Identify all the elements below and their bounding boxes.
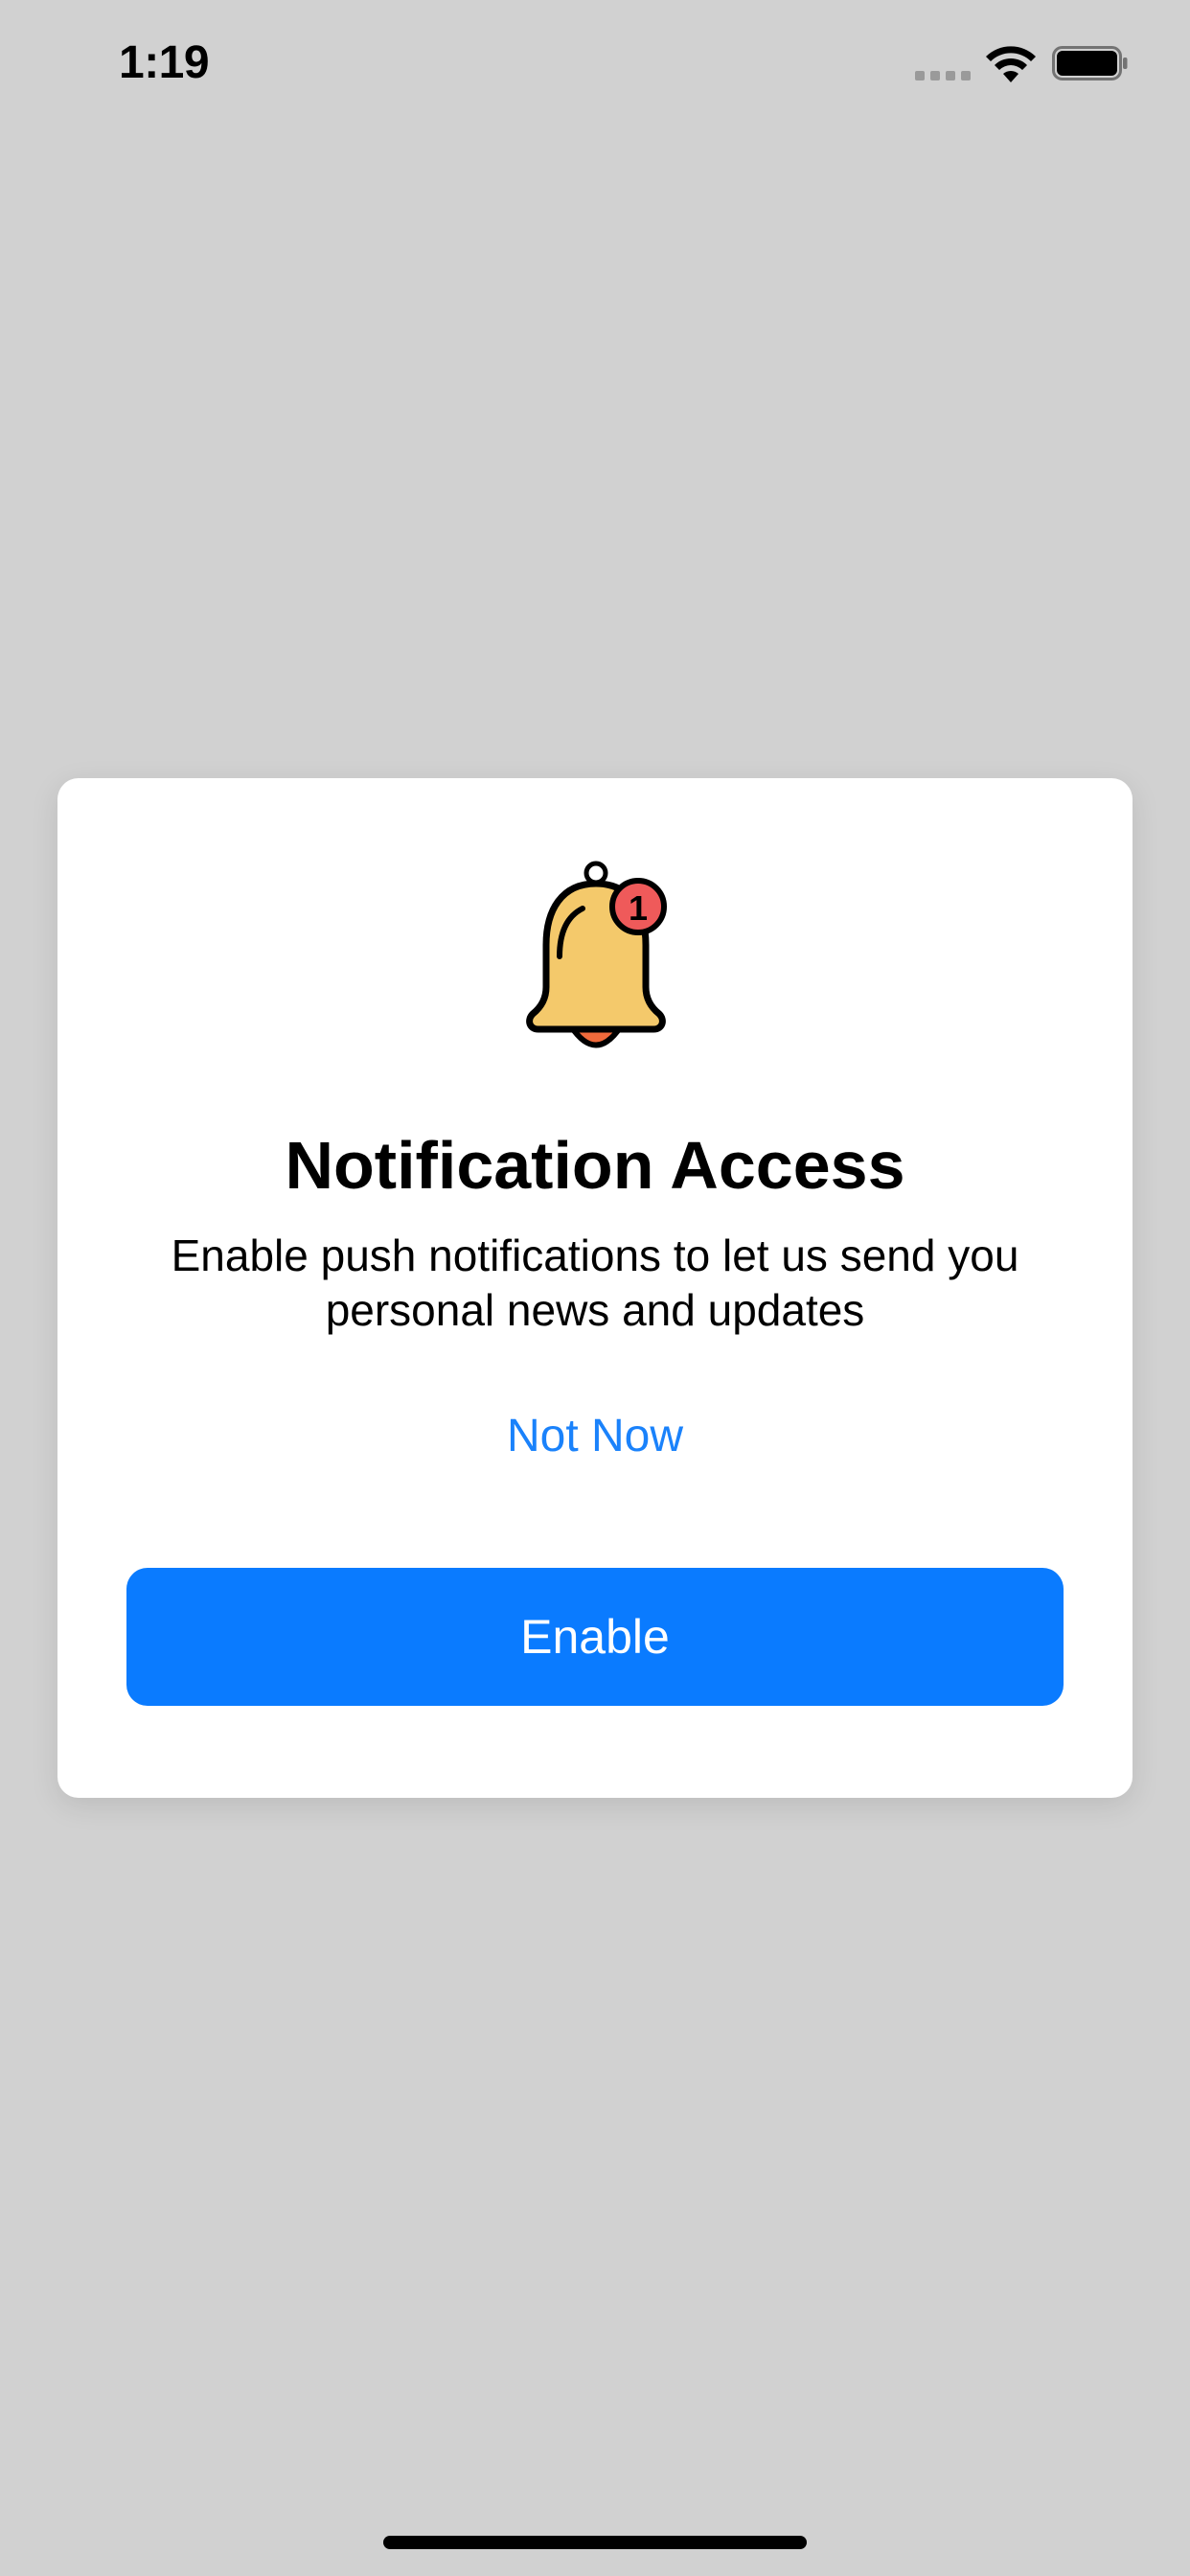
status-time: 1:19	[119, 37, 210, 88]
status-bar: 1:19	[0, 0, 1190, 134]
notification-bell-icon: 1	[519, 861, 673, 1052]
home-indicator[interactable]	[383, 2536, 807, 2549]
dialog-message: Enable push notifications to let us send…	[171, 1230, 1019, 1335]
wifi-icon	[986, 46, 1036, 82]
notification-permission-dialog: 1 Notification Access Enable push notifi…	[57, 778, 1133, 1798]
not-now-button[interactable]: Not Now	[451, 1401, 739, 1472]
battery-icon	[1052, 46, 1128, 80]
badge-count: 1	[629, 888, 648, 928]
dialog-title: Notification Access	[285, 1128, 905, 1203]
cellular-signal-icon	[915, 71, 971, 80]
enable-button[interactable]: Enable	[126, 1568, 1064, 1706]
